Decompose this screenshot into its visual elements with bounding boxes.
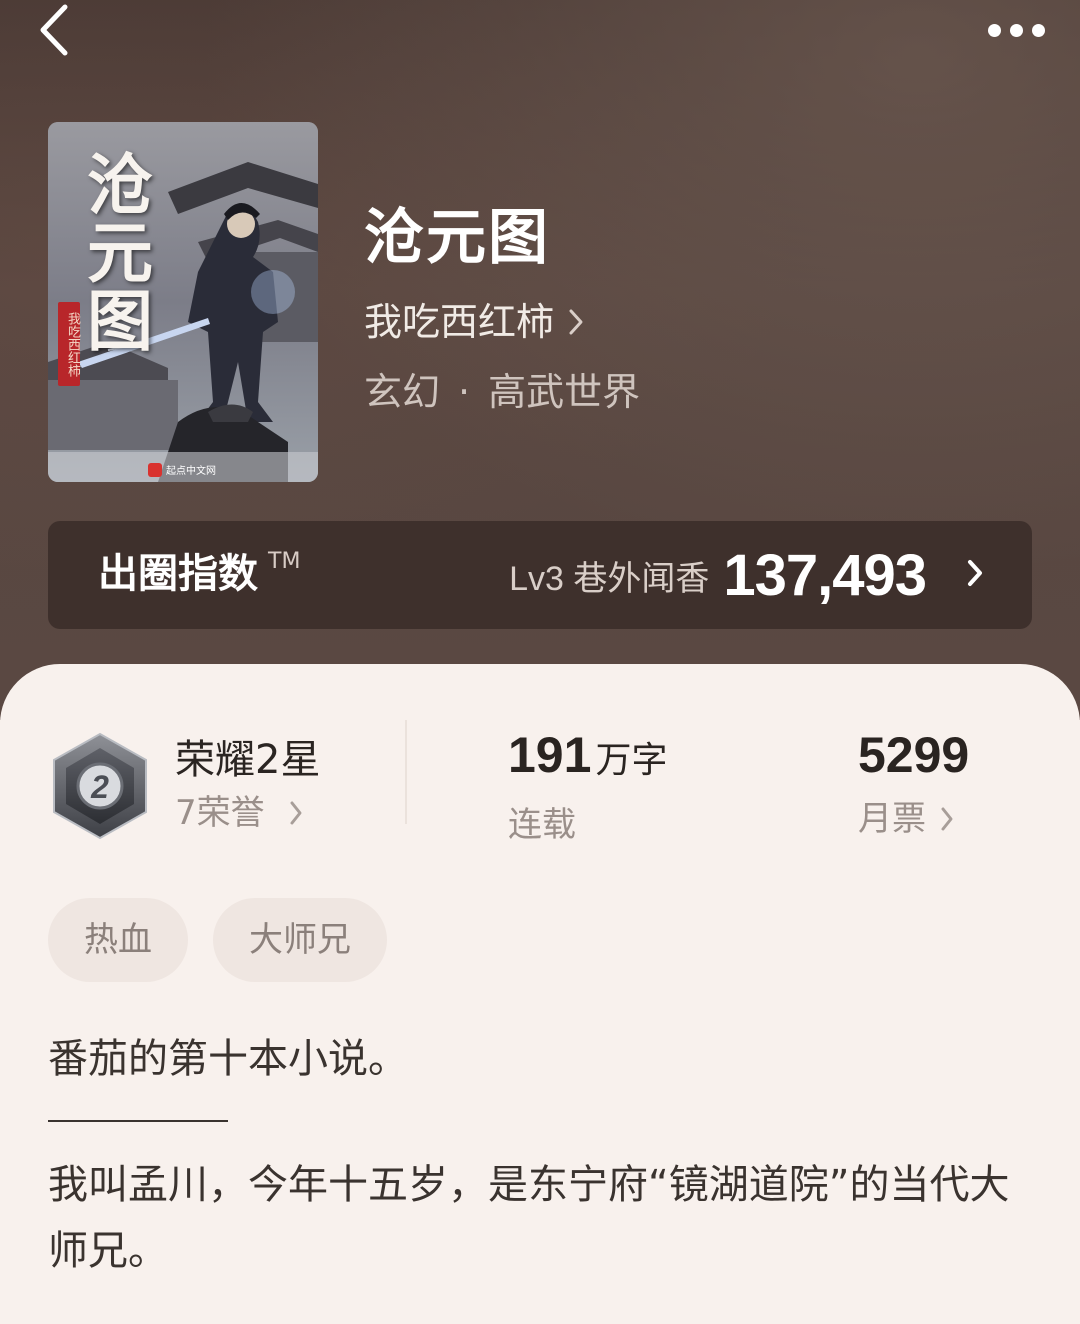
author-name: 我吃西红柿 — [364, 300, 555, 344]
publisher-logo-icon — [148, 462, 162, 477]
author-link[interactable]: 我吃西红柿 — [364, 296, 584, 348]
publisher-name: 起点中文网 — [166, 466, 216, 477]
word-count: 191 万字 — [508, 724, 667, 792]
more-dots-icon — [987, 23, 1001, 37]
monthly-votes-label: 月票 — [858, 799, 926, 839]
word-count-value: 191 — [508, 727, 592, 783]
index-title: 出圈指数 — [98, 551, 258, 597]
synopsis[interactable]: 番茄的第十本小说。 我叫孟川，今年十五岁，是东宁府“镜湖道院”的当代大师兄。 — [48, 1026, 1032, 1284]
index-level: Lv3 巷外闻香 — [509, 559, 710, 598]
popularity-index-bar[interactable]: 出圈指数 TM Lv3 巷外闻香 137,493 — [48, 521, 1032, 629]
cover-publisher: 起点中文网 — [148, 462, 216, 477]
honor-sub: 7荣誉 — [175, 790, 303, 836]
top-bar — [0, 0, 1080, 60]
more-button[interactable] — [976, 0, 1056, 60]
serial-status: 连载 — [508, 805, 576, 845]
honor-title: 荣耀2星 — [175, 737, 321, 783]
more-dot — [1031, 23, 1045, 37]
tag-chip[interactable]: 大师兄 — [213, 898, 387, 982]
book-cover[interactable]: 沧元图 我吃西红柿 起点中文网 — [48, 122, 318, 482]
chevron-left-icon — [40, 4, 68, 56]
back-button[interactable] — [24, 0, 84, 60]
chevron-right-icon — [940, 806, 954, 832]
genre-main: 玄幻 — [364, 370, 441, 414]
book-detail-card: 2 荣耀2星 7荣誉 191 万字 连载 5299 月票 热血 大师兄 番茄的第… — [0, 664, 1080, 1324]
index-label: 出圈指数 TM — [98, 547, 300, 601]
more-dot — [1009, 23, 1023, 37]
stats-divider — [405, 720, 407, 824]
cover-title: 沧元图 — [76, 150, 154, 354]
chevron-right-icon — [568, 308, 584, 336]
synopsis-line-1: 番茄的第十本小说。 — [48, 1036, 408, 1082]
synopsis-divider — [48, 1120, 228, 1122]
monthly-votes-label-row: 月票 — [858, 794, 969, 844]
monthly-votes-value: 5299 — [858, 727, 970, 783]
genre-separator: · — [458, 370, 471, 414]
tag-chip[interactable]: 热血 — [48, 898, 188, 982]
book-header: 沧元图 我吃西红柿 起点中文网 沧元图 我吃西红柿 玄幻 · 高武世界 出圈指数… — [0, 0, 1080, 720]
honor-badge-number: 2 — [90, 769, 109, 805]
cover-author-seal: 我吃西红柿 — [58, 302, 80, 386]
honor-count: 7荣誉 — [175, 793, 265, 833]
index-value: 137,493 — [723, 542, 927, 608]
word-count-stat: 191 万字 连载 — [508, 724, 667, 850]
monthly-votes-stat[interactable]: 5299 月票 — [858, 724, 969, 844]
honor-badge-icon: 2 — [48, 732, 152, 844]
honor-stat[interactable]: 2 荣耀2星 7荣誉 — [48, 732, 388, 842]
genre-sub: 高武世界 — [488, 370, 641, 414]
genre-row: 玄幻 · 高武世界 — [364, 366, 640, 418]
synopsis-line-2: 我叫孟川，今年十五岁，是东宁府“镜湖道院”的当代大师兄。 — [48, 1162, 1010, 1274]
index-value-group: Lv3 巷外闻香 137,493 — [509, 541, 984, 609]
word-count-unit: 万字 — [595, 740, 668, 781]
chevron-right-icon — [289, 800, 303, 826]
book-title: 沧元图 — [364, 203, 550, 273]
tag-list: 热血 大师兄 — [48, 898, 387, 982]
chevron-right-icon — [966, 558, 984, 592]
trademark-mark: TM — [268, 549, 301, 574]
